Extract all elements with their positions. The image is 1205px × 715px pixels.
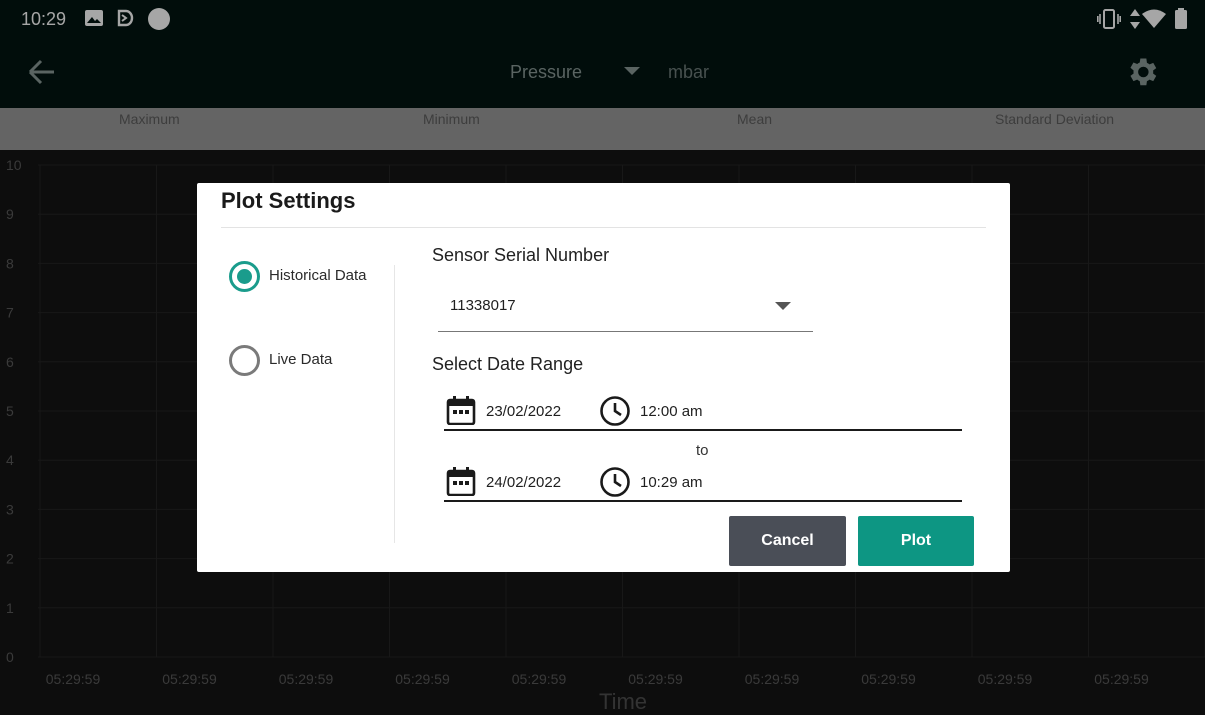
range-separator: to	[696, 442, 709, 459]
plot-button[interactable]: Plot	[858, 516, 974, 566]
start-time-value[interactable]: 12:00 am	[640, 403, 703, 420]
end-date-value[interactable]: 24/02/2022	[486, 474, 561, 491]
calendar-icon[interactable]	[446, 466, 476, 497]
serial-number-dropdown[interactable]: 11338017	[438, 288, 813, 332]
vertical-divider	[394, 265, 395, 543]
dialog-divider	[221, 227, 986, 228]
clock-icon[interactable]	[599, 395, 631, 427]
radio-label: Live Data	[269, 351, 333, 368]
plot-settings-dialog: Plot Settings Historical Data Live Data …	[197, 183, 1010, 572]
app-screen: 10:29 Pressure mbar Maximum Minimum Mean…	[0, 0, 1205, 715]
end-time-value[interactable]: 10:29 am	[640, 474, 703, 491]
dialog-title: Plot Settings	[221, 188, 356, 213]
clock-icon[interactable]	[599, 466, 631, 498]
serial-number-value: 11338017	[450, 297, 516, 314]
date-range-label: Select Date Range	[432, 354, 584, 374]
start-date-value[interactable]: 23/02/2022	[486, 403, 561, 420]
serial-number-label: Sensor Serial Number	[432, 245, 610, 265]
radio-label: Historical Data	[269, 267, 367, 284]
cancel-button[interactable]: Cancel	[729, 516, 846, 566]
start-datetime-row: 23/02/2022 12:00 am	[444, 395, 962, 431]
calendar-icon[interactable]	[446, 395, 476, 426]
radio-button-checked[interactable]	[229, 261, 260, 292]
dropdown-caret-icon[interactable]	[775, 302, 791, 310]
end-datetime-row: 24/02/2022 10:29 am	[444, 466, 962, 502]
radio-button-unchecked[interactable]	[229, 345, 260, 376]
